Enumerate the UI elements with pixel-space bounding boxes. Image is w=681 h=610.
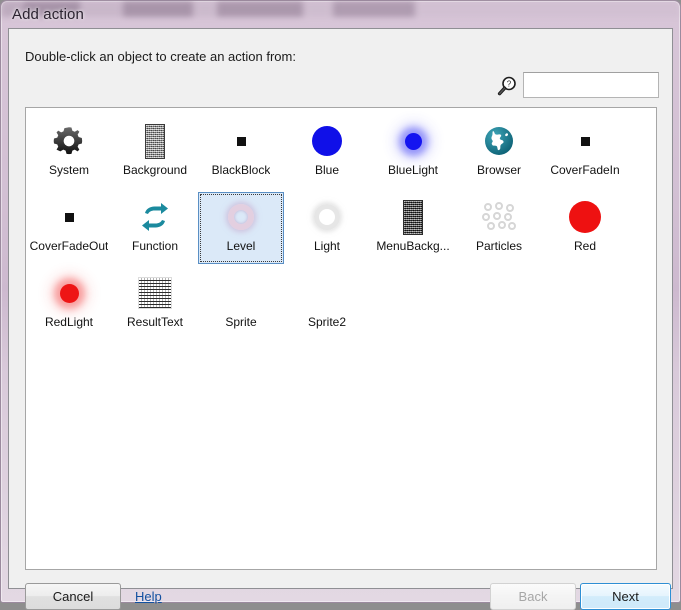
object-item-label: ResultText xyxy=(127,316,183,329)
object-item[interactable]: CoverFadeOut xyxy=(26,192,112,264)
loop-arrows-icon xyxy=(135,197,175,237)
cancel-button-label: Cancel xyxy=(53,589,93,604)
search-input[interactable] xyxy=(523,72,659,98)
search-help-icon: ? xyxy=(496,75,518,97)
object-item-label: Browser xyxy=(477,164,521,177)
object-item-label: Background xyxy=(123,164,187,177)
blank-icon xyxy=(307,273,347,313)
next-button[interactable]: Next xyxy=(580,583,671,610)
blue-glow-icon xyxy=(393,121,433,161)
black-square-icon xyxy=(221,121,261,161)
object-list[interactable]: System Background BlackBlock Blue BlueLight B… xyxy=(25,107,657,570)
object-item[interactable]: Level xyxy=(198,192,284,264)
object-item[interactable]: Light xyxy=(284,192,370,264)
object-item[interactable]: RedLight xyxy=(26,268,112,340)
gear-icon xyxy=(49,121,89,161)
object-grid: System Background BlackBlock Blue BlueLight B… xyxy=(26,108,657,342)
globe-icon xyxy=(479,121,519,161)
object-item-label: Blue xyxy=(315,164,339,177)
dialog-client-area: Double-click an object to create an acti… xyxy=(8,28,673,589)
object-item-label: Red xyxy=(574,240,596,253)
object-item[interactable]: Red xyxy=(542,192,628,264)
object-item-label: Function xyxy=(132,240,178,253)
instruction-text: Double-click an object to create an acti… xyxy=(25,49,296,64)
back-button-label: Back xyxy=(519,589,548,604)
svg-text:?: ? xyxy=(507,80,512,89)
blank-icon xyxy=(221,273,261,313)
object-item[interactable]: Sprite2 xyxy=(284,268,370,340)
pink-ring-icon xyxy=(221,197,261,237)
object-item[interactable]: Background xyxy=(112,116,198,188)
search-area: ? xyxy=(496,72,659,100)
black-square-icon xyxy=(565,121,605,161)
black-square-icon xyxy=(49,197,89,237)
next-button-label: Next xyxy=(612,589,639,604)
help-link[interactable]: Help xyxy=(135,589,162,604)
help-link-label: Help xyxy=(135,589,162,604)
object-item[interactable]: Particles xyxy=(456,192,542,264)
object-item-label: Sprite2 xyxy=(308,316,346,329)
object-item-label: MenuBackg... xyxy=(376,240,449,253)
red-glow-icon xyxy=(49,273,89,313)
object-item-label: CoverFadeOut xyxy=(30,240,109,253)
noise-texture-icon xyxy=(135,121,175,161)
object-item-label: Sprite xyxy=(225,316,256,329)
red-circle-icon xyxy=(565,197,605,237)
object-item[interactable]: BlackBlock xyxy=(198,116,284,188)
object-item[interactable]: Blue xyxy=(284,116,370,188)
back-button: Back xyxy=(490,583,576,610)
object-item[interactable]: Sprite xyxy=(198,268,284,340)
dark-noise-icon xyxy=(393,197,433,237)
object-item-label: Particles xyxy=(476,240,522,253)
object-item-label: BlueLight xyxy=(388,164,438,177)
particles-icon xyxy=(479,197,519,237)
cancel-button[interactable]: Cancel xyxy=(25,583,121,610)
object-item-label: BlackBlock xyxy=(212,164,271,177)
object-item[interactable]: Browser xyxy=(456,116,542,188)
object-item[interactable]: CoverFadeIn xyxy=(542,116,628,188)
object-item-label: RedLight xyxy=(45,316,93,329)
object-item[interactable]: BlueLight xyxy=(370,116,456,188)
object-item[interactable]: System xyxy=(26,116,112,188)
object-item-label: Light xyxy=(314,240,340,253)
add-action-dialog: Add action Double-click an object to cre… xyxy=(0,0,681,603)
object-item-label: CoverFadeIn xyxy=(550,164,619,177)
object-item[interactable]: MenuBackg... xyxy=(370,192,456,264)
blue-circle-icon xyxy=(307,121,347,161)
object-item[interactable]: ResultText xyxy=(112,268,198,340)
window-title: Add action xyxy=(12,6,84,23)
text-block-icon xyxy=(135,273,175,313)
object-item[interactable]: Function xyxy=(112,192,198,264)
white-ring-icon xyxy=(307,197,347,237)
object-item-label: Level xyxy=(227,240,256,253)
object-item-label: System xyxy=(49,164,89,177)
